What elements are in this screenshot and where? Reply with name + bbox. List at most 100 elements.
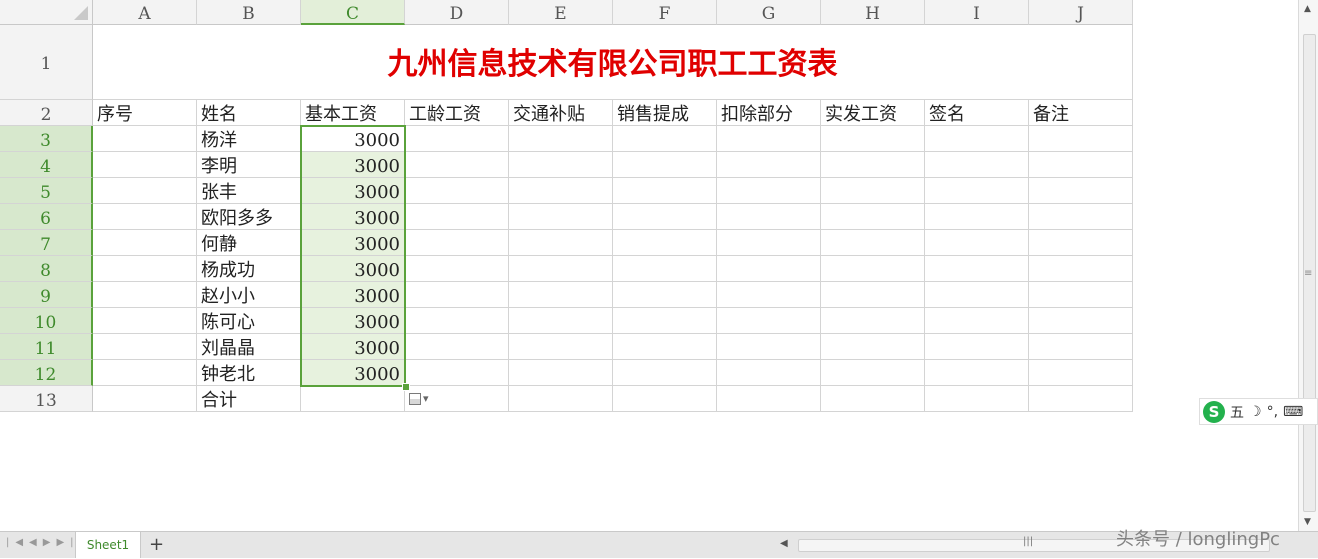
base-salary-cell[interactable]: 3000 — [301, 360, 405, 386]
keyboard-icon[interactable]: ⌨ — [1283, 404, 1303, 420]
empty-cell[interactable] — [1029, 386, 1133, 412]
empty-cell[interactable] — [405, 282, 509, 308]
base-salary-cell[interactable]: 3000 — [301, 204, 405, 230]
total-label-cell[interactable]: 合计 — [197, 386, 301, 412]
base-salary-cell[interactable]: 3000 — [301, 126, 405, 152]
punctuation-icon[interactable]: °, — [1267, 404, 1278, 420]
empty-cell[interactable] — [1029, 334, 1133, 360]
base-salary-cell[interactable]: 3000 — [301, 230, 405, 256]
empty-cell[interactable] — [717, 282, 821, 308]
header-cell[interactable]: 序号 — [93, 100, 197, 126]
empty-cell[interactable] — [405, 152, 509, 178]
column-header-b[interactable]: B — [197, 0, 301, 25]
empty-cell[interactable] — [93, 334, 197, 360]
empty-cell[interactable] — [509, 282, 613, 308]
name-cell[interactable]: 刘晶晶 — [197, 334, 301, 360]
header-cell[interactable]: 姓名 — [197, 100, 301, 126]
empty-cell[interactable] — [613, 230, 717, 256]
empty-cell[interactable] — [509, 334, 613, 360]
column-header-g[interactable]: G — [717, 0, 821, 25]
empty-cell[interactable] — [613, 282, 717, 308]
empty-cell[interactable] — [717, 360, 821, 386]
empty-cell[interactable] — [613, 386, 717, 412]
empty-cell[interactable] — [93, 308, 197, 334]
empty-cell[interactable] — [509, 308, 613, 334]
empty-cell[interactable] — [1029, 230, 1133, 256]
empty-cell[interactable] — [509, 360, 613, 386]
empty-cell[interactable] — [1029, 256, 1133, 282]
empty-cell[interactable] — [821, 230, 925, 256]
empty-cell[interactable] — [93, 204, 197, 230]
column-header-h[interactable]: H — [821, 0, 925, 25]
empty-cell[interactable] — [821, 308, 925, 334]
base-salary-cell[interactable]: 3000 — [301, 282, 405, 308]
empty-cell[interactable] — [717, 152, 821, 178]
column-header-e[interactable]: E — [509, 0, 613, 25]
empty-cell[interactable] — [509, 126, 613, 152]
empty-cell[interactable] — [613, 334, 717, 360]
column-header-j[interactable]: J — [1029, 0, 1133, 25]
base-salary-cell[interactable]: 3000 — [301, 334, 405, 360]
row-header-12[interactable]: 12 — [0, 360, 93, 386]
empty-cell[interactable] — [613, 126, 717, 152]
empty-cell[interactable] — [93, 360, 197, 386]
empty-cell[interactable] — [925, 360, 1029, 386]
empty-cell[interactable] — [1029, 126, 1133, 152]
moon-icon[interactable]: ☽ — [1249, 404, 1262, 420]
sheet-tab[interactable]: Sheet1 — [75, 532, 141, 558]
empty-cell[interactable] — [1029, 360, 1133, 386]
empty-cell[interactable] — [93, 386, 197, 412]
empty-cell[interactable] — [93, 178, 197, 204]
empty-cell[interactable] — [821, 360, 925, 386]
header-cell[interactable]: 基本工资 — [301, 100, 405, 126]
row-header-7[interactable]: 7 — [0, 230, 93, 256]
empty-cell[interactable] — [717, 256, 821, 282]
base-salary-cell[interactable]: 3000 — [301, 308, 405, 334]
name-cell[interactable]: 杨洋 — [197, 126, 301, 152]
empty-cell[interactable] — [1029, 152, 1133, 178]
empty-cell[interactable] — [509, 152, 613, 178]
column-header-i[interactable]: I — [925, 0, 1029, 25]
select-all-corner[interactable] — [0, 0, 93, 25]
name-cell[interactable]: 欧阳多多 — [197, 204, 301, 230]
ime-toolbar[interactable]: S 五 ☽ °, ⌨ — [1199, 398, 1318, 425]
row-header-9[interactable]: 9 — [0, 282, 93, 308]
empty-cell[interactable] — [717, 178, 821, 204]
paste-options-button[interactable]: ▾ — [409, 390, 439, 408]
empty-cell[interactable] — [1029, 204, 1133, 230]
empty-cell[interactable] — [301, 386, 405, 412]
header-cell[interactable]: 交通补贴 — [509, 100, 613, 126]
empty-cell[interactable] — [405, 178, 509, 204]
empty-cell[interactable] — [821, 256, 925, 282]
header-cell[interactable]: 扣除部分 — [717, 100, 821, 126]
empty-cell[interactable] — [717, 386, 821, 412]
empty-cell[interactable] — [509, 230, 613, 256]
empty-cell[interactable] — [509, 178, 613, 204]
empty-cell[interactable] — [613, 308, 717, 334]
empty-cell[interactable] — [405, 126, 509, 152]
empty-cell[interactable] — [1029, 308, 1133, 334]
empty-cell[interactable] — [93, 282, 197, 308]
empty-cell[interactable] — [613, 256, 717, 282]
empty-cell[interactable] — [613, 178, 717, 204]
header-cell[interactable]: 实发工资 — [821, 100, 925, 126]
empty-cell[interactable] — [93, 126, 197, 152]
base-salary-cell[interactable]: 3000 — [301, 178, 405, 204]
empty-cell[interactable] — [925, 334, 1029, 360]
empty-cell[interactable] — [717, 204, 821, 230]
column-header-f[interactable]: F — [613, 0, 717, 25]
empty-cell[interactable] — [717, 230, 821, 256]
empty-cell[interactable] — [405, 204, 509, 230]
empty-cell[interactable] — [405, 308, 509, 334]
empty-cell[interactable] — [1029, 282, 1133, 308]
base-salary-cell[interactable]: 3000 — [301, 256, 405, 282]
empty-cell[interactable] — [405, 360, 509, 386]
name-cell[interactable]: 陈可心 — [197, 308, 301, 334]
header-cell[interactable]: 备注 — [1029, 100, 1133, 126]
empty-cell[interactable] — [613, 204, 717, 230]
name-cell[interactable]: 李明 — [197, 152, 301, 178]
empty-cell[interactable] — [613, 360, 717, 386]
empty-cell[interactable] — [925, 282, 1029, 308]
empty-cell[interactable] — [925, 386, 1029, 412]
row-header-8[interactable]: 8 — [0, 256, 93, 282]
